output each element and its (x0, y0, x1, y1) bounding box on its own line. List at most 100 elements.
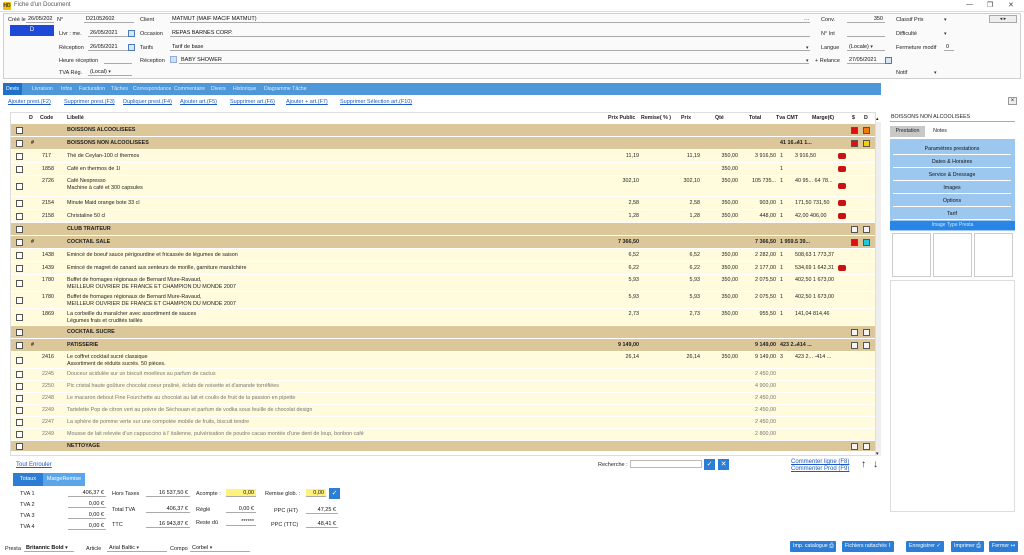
delivery-truck-icon[interactable] (838, 166, 846, 172)
tva3-field[interactable]: 0,00 € (68, 511, 106, 519)
commenter-prod-link[interactable]: Commenter Prod (F9) (791, 466, 849, 472)
table-row[interactable]: 1438 Emincé de boeuf sauce périgourdine e… (11, 249, 875, 261)
conv-field[interactable]: 350 (847, 15, 885, 23)
close-panel-icon[interactable]: × (1008, 97, 1017, 105)
compo-font-select[interactable]: Corbel ▾ (190, 544, 250, 552)
row-checkbox[interactable] (16, 182, 23, 190)
cree-le-field[interactable]: 26/05/202 (26, 15, 54, 23)
regle-field[interactable]: 0,00 € (226, 505, 256, 513)
table-row[interactable]: 2245 Douceur acidulée sur un biscuit moel… (11, 369, 875, 380)
dropdown-arrow-icon[interactable]: ▾ (944, 31, 947, 37)
row-checkbox[interactable] (16, 356, 23, 364)
row-checkbox[interactable] (16, 431, 23, 438)
occasion-field[interactable]: REPAS BARNES CORP. (170, 29, 810, 37)
image-slot[interactable] (974, 233, 1013, 277)
status-square[interactable] (851, 328, 858, 336)
row-checkbox[interactable] (16, 165, 23, 173)
delivery-truck-icon[interactable] (838, 265, 846, 271)
dropdown-arrow-icon[interactable]: ▾ (806, 45, 809, 51)
status-square[interactable] (851, 126, 858, 134)
status-square[interactable] (863, 442, 870, 450)
duplicate-prest-link[interactable]: Dupliquer prest.(F4) (123, 99, 172, 105)
search-confirm-button[interactable]: ✓ (704, 459, 715, 470)
row-checkbox[interactable] (16, 152, 23, 160)
table-row[interactable]: 1780 Buffet de fromages régionaux de Bern… (11, 292, 875, 308)
table-row[interactable]: 2247 La sphère de pomme verte sur une com… (11, 417, 875, 428)
tab-taches[interactable]: Tâches (108, 83, 131, 95)
maximize-icon[interactable]: ❐ (987, 1, 993, 9)
delivery-truck-icon[interactable] (838, 153, 846, 159)
ttc-field[interactable]: 16 943,87 € (146, 520, 190, 528)
delivery-truck-icon[interactable] (838, 213, 846, 219)
row-checkbox[interactable] (16, 407, 23, 414)
row-checkbox[interactable] (16, 313, 23, 321)
row-checkbox[interactable] (16, 371, 23, 378)
delivery-truck-icon[interactable] (838, 183, 846, 189)
heure-reception-field[interactable] (104, 56, 132, 64)
section-row[interactable]: # PATISSERIE 9 149,00 9 149,00 423 2... -414 … (11, 339, 875, 351)
image-slot[interactable] (892, 233, 931, 277)
table-row[interactable]: 1858 Café en thermos de 1l 350,00 1 (11, 163, 875, 175)
presta-font-select[interactable]: Britannic Bold ▾ (24, 544, 74, 552)
row-checkbox[interactable] (16, 395, 23, 402)
tab-devis[interactable]: Devis (3, 83, 22, 95)
relance-field[interactable]: 27/05/2021 (847, 56, 885, 64)
row-checkbox[interactable] (16, 442, 23, 450)
dropdown-arrow-icon[interactable]: ▾ (934, 70, 937, 76)
table-row[interactable]: 2726 Café Nespresso Machine à café et 300 … (11, 176, 875, 196)
section-row[interactable]: NETTOYAGE (11, 441, 875, 451)
grid-scrollbar[interactable] (876, 122, 881, 456)
tab-prestation[interactable]: Prestation (890, 126, 925, 137)
table-row[interactable]: 2249 Tartelette Pop de citron vert au poi… (11, 405, 875, 416)
status-square[interactable] (863, 238, 870, 246)
close-icon[interactable]: ✕ (1008, 1, 1014, 9)
fichiers-rattaches-button[interactable]: Fichiers rattachés ⌇ (842, 541, 894, 552)
move-up-icon[interactable]: ↑ (861, 459, 866, 470)
fermeture-modif-field[interactable]: 0 (944, 43, 954, 51)
section-row[interactable]: # COCKTAIL SALE 7 366,50 7 366,50 1 959... 5 … (11, 236, 875, 248)
hors-taxes-field[interactable]: 16 537,50 € (146, 489, 190, 497)
calendar-icon[interactable] (128, 30, 135, 37)
tab-commentaire[interactable]: Commentaire (171, 83, 208, 95)
tab-facturation[interactable]: Facturation (76, 83, 108, 95)
delivery-truck-icon[interactable] (838, 200, 846, 206)
status-square[interactable] (863, 225, 870, 233)
row-checkbox[interactable] (16, 238, 23, 246)
delete-art-link[interactable]: Supprimer art.(F6) (230, 99, 275, 105)
tab-historique[interactable]: Historique (230, 83, 259, 95)
tab-totaux[interactable]: Totaux (13, 473, 43, 486)
row-checkbox[interactable] (16, 419, 23, 426)
tout-enrouler-link[interactable]: Tout Enrouler (16, 462, 52, 468)
add-art-link[interactable]: Ajouter art.(F5) (180, 99, 217, 105)
dates-horaires-button[interactable]: Dates & Horaires (893, 156, 1011, 168)
fermer-button[interactable]: Fermer ↦ (989, 541, 1019, 552)
recherche-input[interactable] (630, 460, 702, 468)
row-checkbox[interactable] (16, 341, 23, 349)
tab-divers[interactable]: Divers (208, 83, 229, 95)
row-checkbox[interactable] (16, 296, 23, 304)
color-swatch[interactable] (170, 56, 177, 63)
row-checkbox[interactable] (16, 199, 23, 207)
ppc-ttc-field[interactable]: 48,41 € (306, 520, 338, 528)
tva-reg-select[interactable]: (Local) ▾ (88, 68, 132, 76)
scroll-up-icon[interactable]: ▴ (876, 116, 879, 122)
n-int-field[interactable] (847, 29, 885, 37)
acompte-field[interactable]: 0,00 (226, 489, 256, 497)
row-checkbox[interactable] (16, 225, 23, 233)
numero-field[interactable]: D21052602 (84, 15, 134, 23)
tarifs-select[interactable]: Tarif de base (170, 43, 810, 51)
status-square[interactable] (851, 442, 858, 450)
search-clear-button[interactable]: ✕ (718, 459, 729, 470)
table-row[interactable]: 2250 Pic cristal haute goûture chocolat c… (11, 381, 875, 392)
status-square[interactable] (863, 126, 870, 134)
tab-notes[interactable]: Notes (926, 126, 954, 137)
tarif-button[interactable]: Tarif (893, 208, 1011, 220)
scroll-arrows-icon[interactable]: ◂ ▸ (989, 15, 1017, 23)
scroll-down-icon[interactable]: ▾ (876, 451, 879, 457)
delete-selection-art-link[interactable]: Supprimer Sélection art.(F10) (340, 99, 412, 105)
options-button[interactable]: Options (893, 195, 1011, 207)
client-more-icon[interactable]: ··· (804, 17, 810, 23)
table-row[interactable]: 1869 La corbeille du maraîcher avec assor… (11, 309, 875, 325)
tva2-field[interactable]: 0,00 € (68, 500, 106, 508)
commenter-ligne-link[interactable]: Commenter ligne (F8) (791, 459, 849, 465)
